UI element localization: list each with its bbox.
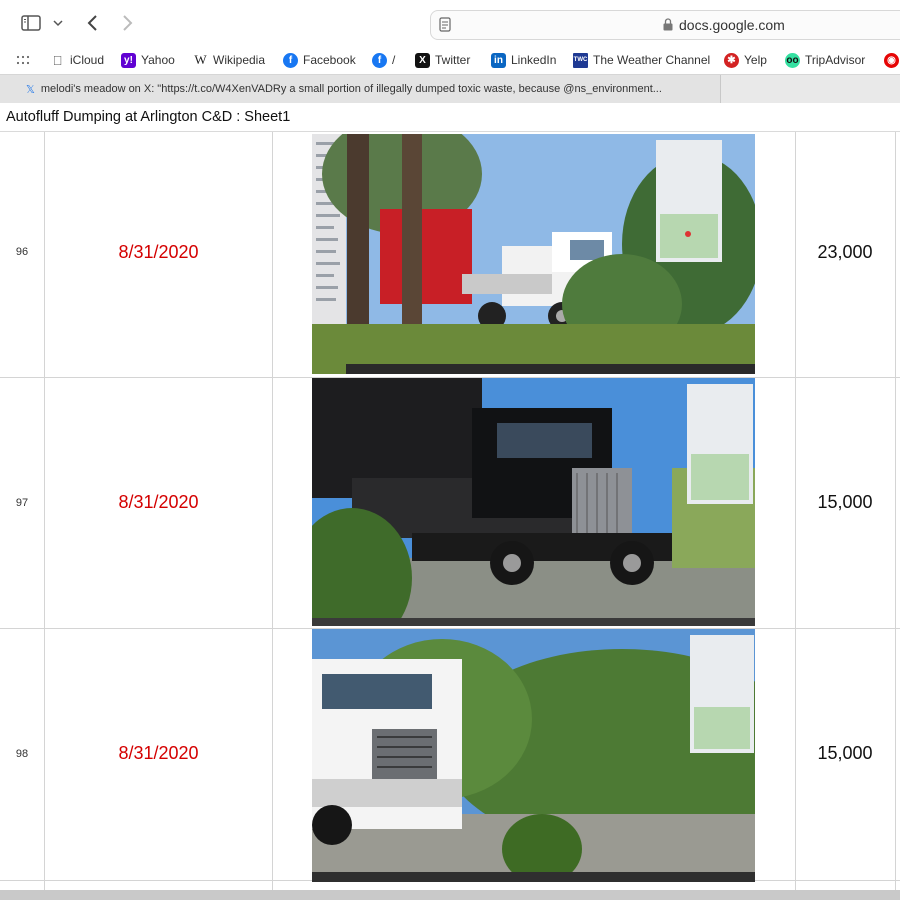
favorite-linkedin[interactable]: in LinkedIn xyxy=(491,50,556,70)
chevron-down-icon[interactable] xyxy=(50,10,66,36)
spreadsheet: 96 8/31/2020 23,000 97 8/31/2020 15,000 … xyxy=(0,132,900,890)
amount-cell[interactable]: 23,000 xyxy=(795,242,895,263)
tripadvisor-icon: oo xyxy=(785,52,800,68)
weather-channel-icon: TWC xyxy=(573,52,588,68)
favorites-bar:  iCloud y! Yahoo W Wikipedia f Facebook… xyxy=(0,46,900,74)
apple-icon:  xyxy=(50,53,65,68)
x-icon: X xyxy=(415,52,430,68)
cbc-icon: ◉ xyxy=(884,52,899,68)
tab-bar: 𝕏 melodi's meadow on X: "https://t.co/W4… xyxy=(0,74,900,104)
column-divider xyxy=(272,132,273,890)
browser-toolbar: docs.google.com xyxy=(0,0,900,46)
column-divider xyxy=(895,132,896,890)
favorite-yahoo[interactable]: y! Yahoo xyxy=(121,50,175,70)
favorite-wikipedia[interactable]: W Wikipedia xyxy=(193,50,265,70)
row-number[interactable]: 97 xyxy=(0,497,44,509)
yelp-icon: ✱ xyxy=(724,52,739,68)
tab-twitter-post[interactable]: 𝕏 melodi's meadow on X: "https://t.co/W4… xyxy=(0,75,721,103)
favorite-facebook[interactable]: f Facebook xyxy=(283,50,356,70)
document-title-bar: Autofluff Dumping at Arlington C&D : She… xyxy=(0,103,900,132)
favorite-cbc-icon[interactable]: ◉ xyxy=(884,50,899,70)
truck-photo[interactable] xyxy=(312,378,755,626)
document-title: Autofluff Dumping at Arlington C&D : She… xyxy=(6,109,291,125)
row-number[interactable]: 98 xyxy=(0,748,44,760)
x-icon: 𝕏 xyxy=(26,83,35,96)
favorite-icloud[interactable]:  iCloud xyxy=(50,50,104,70)
lock-icon xyxy=(663,18,673,36)
wikipedia-icon: W xyxy=(194,52,207,67)
back-button[interactable] xyxy=(80,10,104,36)
truck-photo[interactable] xyxy=(312,629,755,882)
favorite-weather-channel[interactable]: TWC The Weather Channel xyxy=(573,50,710,70)
date-cell[interactable]: 8/31/2020 xyxy=(45,743,272,764)
row-number[interactable]: 96 xyxy=(0,246,44,258)
tab-title: melodi's meadow on X: "https://t.co/W4Xe… xyxy=(40,83,662,95)
amount-cell[interactable]: 15,000 xyxy=(795,743,895,764)
favorite-twitter[interactable]: X Twitter xyxy=(415,50,470,70)
date-cell[interactable]: 8/31/2020 xyxy=(45,492,272,513)
horizontal-scrollbar[interactable] xyxy=(0,890,900,900)
address-bar[interactable]: docs.google.com xyxy=(430,10,900,40)
sidebar-toggle-icon[interactable] xyxy=(18,10,44,36)
date-cell[interactable]: 8/31/2020 xyxy=(45,242,272,263)
favorite-yelp[interactable]: ✱ Yelp xyxy=(724,50,767,70)
linkedin-icon: in xyxy=(491,52,506,68)
yahoo-icon: y! xyxy=(121,52,136,68)
page-icon xyxy=(439,17,451,37)
truck-photo[interactable] xyxy=(312,134,755,374)
url-text: docs.google.com xyxy=(679,17,785,33)
forward-button[interactable] xyxy=(116,10,140,36)
amount-cell[interactable]: 15,000 xyxy=(795,492,895,513)
grid-icon[interactable] xyxy=(16,50,30,70)
favorite-facebook-slash[interactable]: f / xyxy=(372,50,395,70)
facebook-icon: f xyxy=(372,52,387,68)
favorite-tripadvisor[interactable]: oo TripAdvisor xyxy=(785,50,865,70)
facebook-icon: f xyxy=(283,52,298,68)
